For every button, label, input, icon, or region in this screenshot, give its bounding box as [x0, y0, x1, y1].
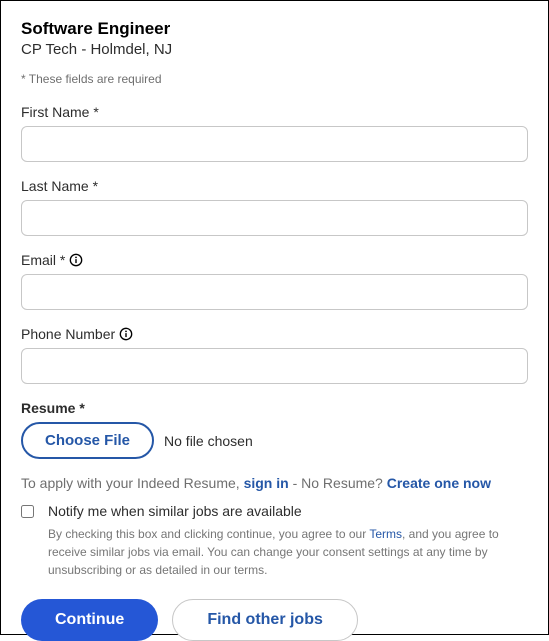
required-fields-note: * These fields are required	[21, 72, 528, 86]
file-status-text: No file chosen	[164, 433, 253, 449]
disclaimer-before: By checking this box and clicking contin…	[48, 527, 369, 541]
sign-in-link[interactable]: sign in	[244, 475, 289, 491]
notify-checkbox[interactable]	[21, 505, 34, 518]
choose-file-button[interactable]: Choose File	[21, 422, 154, 459]
email-input[interactable]	[21, 274, 528, 310]
first-name-label: First Name *	[21, 104, 528, 120]
notify-disclaimer: By checking this box and clicking contin…	[48, 525, 528, 579]
notify-label: Notify me when similar jobs are availabl…	[48, 503, 528, 519]
apply-indeed-line: To apply with your Indeed Resume, sign i…	[21, 475, 528, 491]
info-icon[interactable]	[69, 253, 83, 267]
resume-label: Resume *	[21, 400, 528, 416]
job-company-location: CP Tech - Holmdel, NJ	[21, 41, 528, 58]
email-label: Email *	[21, 252, 65, 268]
create-resume-link[interactable]: Create one now	[387, 475, 491, 491]
job-title: Software Engineer	[21, 19, 528, 39]
apply-middle: - No Resume?	[289, 475, 387, 491]
phone-label: Phone Number	[21, 326, 115, 342]
last-name-input[interactable]	[21, 200, 528, 236]
first-name-input[interactable]	[21, 126, 528, 162]
last-name-label: Last Name *	[21, 178, 528, 194]
terms-link[interactable]: Terms	[369, 527, 402, 541]
apply-prefix: To apply with your Indeed Resume,	[21, 475, 244, 491]
info-icon[interactable]	[119, 327, 133, 341]
phone-input[interactable]	[21, 348, 528, 384]
